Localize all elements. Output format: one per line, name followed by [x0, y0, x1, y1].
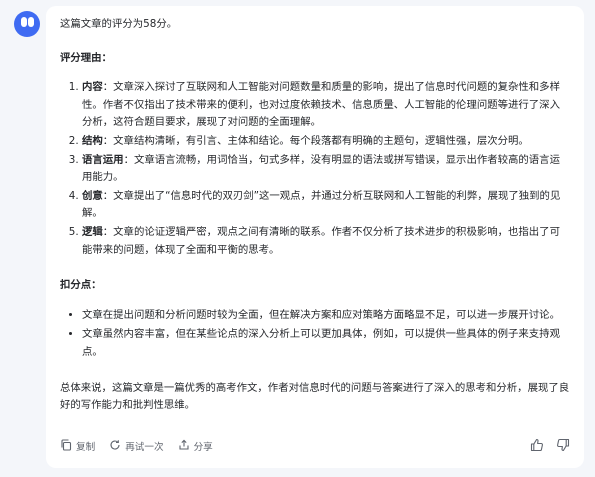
retry-button[interactable]: 再试一次 [109, 439, 164, 458]
dislike-button[interactable] [556, 438, 570, 459]
reason-text: ：文章语言流畅，用词恰当，句式多样，没有明显的语法或拼写错误，显示出作者较高的语… [82, 153, 560, 184]
deductions-list: 文章在提出问题和分析问题时较为全面，但在解决方案和应对策略方面略显不足，可以进一… [60, 307, 570, 362]
share-icon [178, 439, 194, 458]
reason-term: 创意 [82, 189, 103, 202]
reason-item: 创意：文章提出了“信息时代的双刃剑”这一观点，并通过分析互联网和人工智能的利弊，… [82, 188, 570, 223]
assistant-message-card: 这篇文章的评分为58分。 评分理由： 内容：文章深入探讨了互联网和人工智能对问题… [46, 6, 584, 468]
assistant-avatar [14, 11, 40, 37]
message-actions: 复制 再试一次 分享 [60, 438, 570, 458]
reason-text: ：文章深入探讨了互联网和人工智能对问题数量和质量的影响，提出了信息时代问题的复杂… [82, 81, 560, 129]
share-label: 分享 [193, 442, 213, 454]
deductions-title: 扣分点： [60, 279, 102, 292]
reason-text: ：文章的论证逻辑严密，观点之间有清晰的联系。作者不仅分析了技术进步的积极影响，也… [82, 225, 560, 256]
avatar-eye-right [28, 17, 34, 27]
reason-item: 语言运用：文章语言流畅，用词恰当，句式多样，没有明显的语法或拼写错误，显示出作者… [82, 152, 570, 187]
reason-term: 结构 [82, 134, 103, 147]
copy-icon [60, 439, 76, 458]
reason-text: ：文章提出了“信息时代的双刃剑”这一观点，并通过分析互联网和人工智能的利弊，展现… [82, 189, 561, 220]
copy-button[interactable]: 复制 [60, 439, 95, 458]
reasons-list: 内容：文章深入探讨了互联网和人工智能对问题数量和质量的影响，提出了信息时代问题的… [60, 79, 570, 259]
reason-term: 逻辑 [82, 225, 103, 238]
reason-term: 内容 [82, 81, 103, 94]
reason-item: 内容：文章深入探讨了互联网和人工智能对问题数量和质量的影响，提出了信息时代问题的… [82, 79, 570, 132]
reason-item: 结构：文章结构清晰，有引言、主体和结论。每个段落都有明确的主题句，逻辑性强，层次… [82, 133, 570, 151]
reason-item: 逻辑：文章的论证逻辑严密，观点之间有清晰的联系。作者不仅分析了技术进步的积极影响… [82, 224, 570, 259]
copy-label: 复制 [76, 442, 96, 454]
share-button[interactable]: 分享 [178, 439, 213, 458]
reason-term: 语言运用 [82, 153, 124, 166]
reason-text: ：文章结构清晰，有引言、主体和结论。每个段落都有明确的主题句，逻辑性强，层次分明… [102, 134, 529, 147]
reasons-title: 评分理由： [60, 51, 112, 64]
deduction-item: 文章在提出问题和分析问题时较为全面，但在解决方案和应对策略方面略显不足，可以进一… [82, 307, 570, 325]
deduction-item: 文章虽然内容丰富，但在某些论点的深入分析上可以更加具体，例如，可以提供一些具体的… [82, 326, 570, 361]
thumbs-up-icon [530, 438, 544, 459]
message-summary: 总体来说，这篇文章是一篇优秀的高考作文，作者对信息时代的问题与答案进行了深入的思… [60, 381, 570, 412]
thumbs-down-icon [556, 438, 570, 459]
like-button[interactable] [530, 438, 544, 459]
avatar-eye-left [21, 17, 27, 27]
refresh-icon [109, 439, 125, 458]
retry-label: 再试一次 [125, 442, 164, 454]
message-intro: 这篇文章的评分为58分。 [60, 18, 178, 30]
